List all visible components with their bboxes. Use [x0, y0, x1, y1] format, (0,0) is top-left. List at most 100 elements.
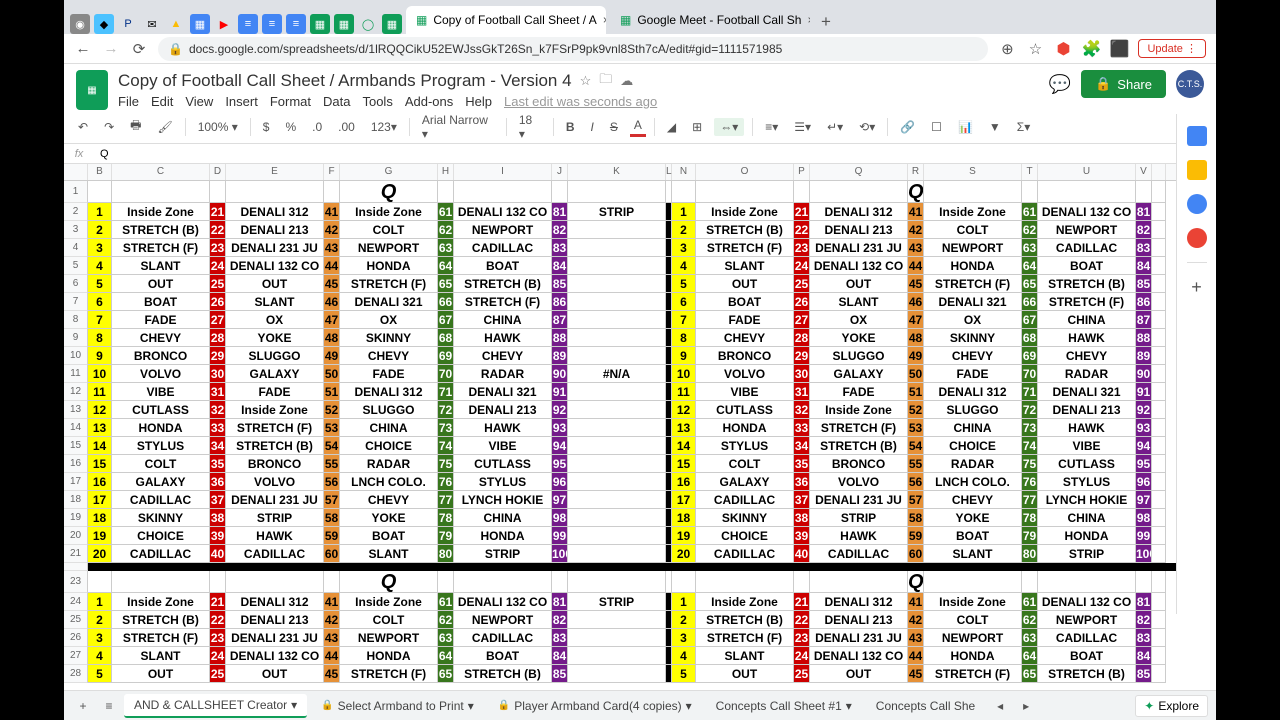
num-cell[interactable]: 49: [324, 347, 340, 365]
app-icon[interactable]: ▦: [382, 14, 402, 34]
play-cell[interactable]: VIBE: [112, 383, 210, 401]
play-cell[interactable]: CHINA: [1038, 509, 1136, 527]
num-cell[interactable]: 37: [794, 491, 810, 509]
play-cell[interactable]: DENALI 213: [810, 221, 908, 239]
num-cell[interactable]: 97: [552, 491, 568, 509]
num-cell[interactable]: 31: [210, 383, 226, 401]
col-header[interactable]: U: [1038, 164, 1136, 180]
col-header[interactable]: G: [340, 164, 438, 180]
blank[interactable]: STRIP: [568, 593, 666, 611]
link-icon[interactable]: 🔗: [896, 118, 919, 136]
num-cell[interactable]: 12: [672, 401, 696, 419]
num-cell[interactable]: 65: [438, 275, 454, 293]
search-icon[interactable]: ⊕: [998, 40, 1016, 58]
back-icon[interactable]: ←: [74, 40, 92, 57]
num-cell[interactable]: 44: [908, 647, 924, 665]
edge[interactable]: [1152, 527, 1166, 545]
row-header[interactable]: 20: [64, 527, 88, 545]
play-cell[interactable]: LNCH COLO.: [924, 473, 1022, 491]
doc-title[interactable]: Copy of Football Call Sheet / Armbands P…: [118, 71, 572, 91]
num-cell[interactable]: 88: [1136, 329, 1152, 347]
num-cell[interactable]: 34: [210, 437, 226, 455]
play-cell[interactable]: STRETCH (F): [340, 665, 438, 683]
num-cell[interactable]: 73: [1022, 419, 1038, 437]
zoom-select[interactable]: 100% ▾: [194, 118, 242, 136]
play-cell[interactable]: OUT: [810, 275, 908, 293]
play-cell[interactable]: CHINA: [340, 419, 438, 437]
num-cell[interactable]: 67: [438, 311, 454, 329]
num-cell[interactable]: 69: [1022, 347, 1038, 365]
num-cell[interactable]: 65: [438, 665, 454, 683]
num-cell[interactable]: 69: [438, 347, 454, 365]
menu-insert[interactable]: Insert: [225, 94, 258, 109]
play-cell[interactable]: LNCH COLO.: [340, 473, 438, 491]
num-cell[interactable]: 72: [1022, 401, 1038, 419]
num-cell[interactable]: 47: [908, 311, 924, 329]
play-cell[interactable]: CADILLAC: [696, 545, 794, 563]
play-cell[interactable]: STRETCH (B): [810, 437, 908, 455]
num-cell[interactable]: 26: [794, 293, 810, 311]
play-cell[interactable]: DENALI 231 JU: [226, 491, 324, 509]
play-cell[interactable]: HONDA: [454, 527, 552, 545]
num-cell[interactable]: 81: [1136, 203, 1152, 221]
merge-icon[interactable]: ⇔▾: [714, 118, 744, 136]
borders-icon[interactable]: ⊞: [688, 118, 706, 136]
col-header[interactable]: R: [908, 164, 924, 180]
q-header[interactable]: [696, 571, 794, 593]
num-cell[interactable]: 59: [908, 527, 924, 545]
blank[interactable]: [568, 665, 666, 683]
num-cell[interactable]: 94: [1136, 437, 1152, 455]
paint-format-icon[interactable]: 🖌: [153, 118, 176, 136]
edge[interactable]: [1152, 455, 1166, 473]
row-header[interactable]: [64, 563, 88, 571]
play-cell[interactable]: DENALI 321: [1038, 383, 1136, 401]
play-cell[interactable]: Inside Zone: [112, 593, 210, 611]
edge[interactable]: [1152, 401, 1166, 419]
play-cell[interactable]: COLT: [924, 611, 1022, 629]
num-cell[interactable]: 46: [324, 293, 340, 311]
play-cell[interactable]: DENALI 213: [226, 611, 324, 629]
q-header[interactable]: [794, 181, 810, 203]
play-cell[interactable]: STRETCH (F): [112, 629, 210, 647]
q-header[interactable]: Q: [908, 181, 924, 203]
edge[interactable]: [1152, 437, 1166, 455]
num-cell[interactable]: 76: [1022, 473, 1038, 491]
play-cell[interactable]: STRETCH (F): [112, 239, 210, 257]
num-cell[interactable]: 8: [672, 329, 696, 347]
num-cell[interactable]: 63: [1022, 239, 1038, 257]
blank[interactable]: [568, 347, 666, 365]
play-cell[interactable]: CHOICE: [924, 437, 1022, 455]
play-cell[interactable]: STYLUS: [454, 473, 552, 491]
play-cell[interactable]: BRONCO: [810, 455, 908, 473]
num-cell[interactable]: 86: [552, 293, 568, 311]
menu-format[interactable]: Format: [270, 94, 311, 109]
play-cell[interactable]: OUT: [112, 665, 210, 683]
num-cell[interactable]: 4: [88, 257, 112, 275]
play-cell[interactable]: FADE: [924, 365, 1022, 383]
num-cell[interactable]: 44: [908, 257, 924, 275]
update-button[interactable]: Update ⋮: [1138, 39, 1206, 58]
menu-addons[interactable]: Add-ons: [405, 94, 453, 109]
reload-icon[interactable]: ⟳: [130, 40, 148, 58]
print-icon[interactable]: 🖶: [126, 114, 145, 139]
q-header[interactable]: [88, 571, 112, 593]
num-cell[interactable]: 35: [210, 455, 226, 473]
edge[interactable]: [1152, 257, 1166, 275]
row-header[interactable]: 25: [64, 611, 88, 629]
q-header[interactable]: Q: [908, 571, 924, 593]
play-cell[interactable]: CUTLASS: [1038, 455, 1136, 473]
num-cell[interactable]: 2: [672, 611, 696, 629]
num-cell[interactable]: 75: [438, 455, 454, 473]
num-cell[interactable]: 31: [794, 383, 810, 401]
play-cell[interactable]: STRETCH (B): [112, 221, 210, 239]
app-icon[interactable]: ▦: [334, 14, 354, 34]
num-cell[interactable]: 57: [324, 491, 340, 509]
num-cell[interactable]: 74: [1022, 437, 1038, 455]
move-icon[interactable]: 🗀: [599, 70, 612, 92]
play-cell[interactable]: STRETCH (F): [924, 665, 1022, 683]
play-cell[interactable]: CADILLAC: [454, 239, 552, 257]
num-cell[interactable]: 45: [324, 665, 340, 683]
sheet-tab[interactable]: Concepts Call Sheet #1 ▾: [706, 695, 862, 717]
play-cell[interactable]: YOKE: [340, 509, 438, 527]
filter-icon[interactable]: ▼: [985, 118, 1005, 136]
